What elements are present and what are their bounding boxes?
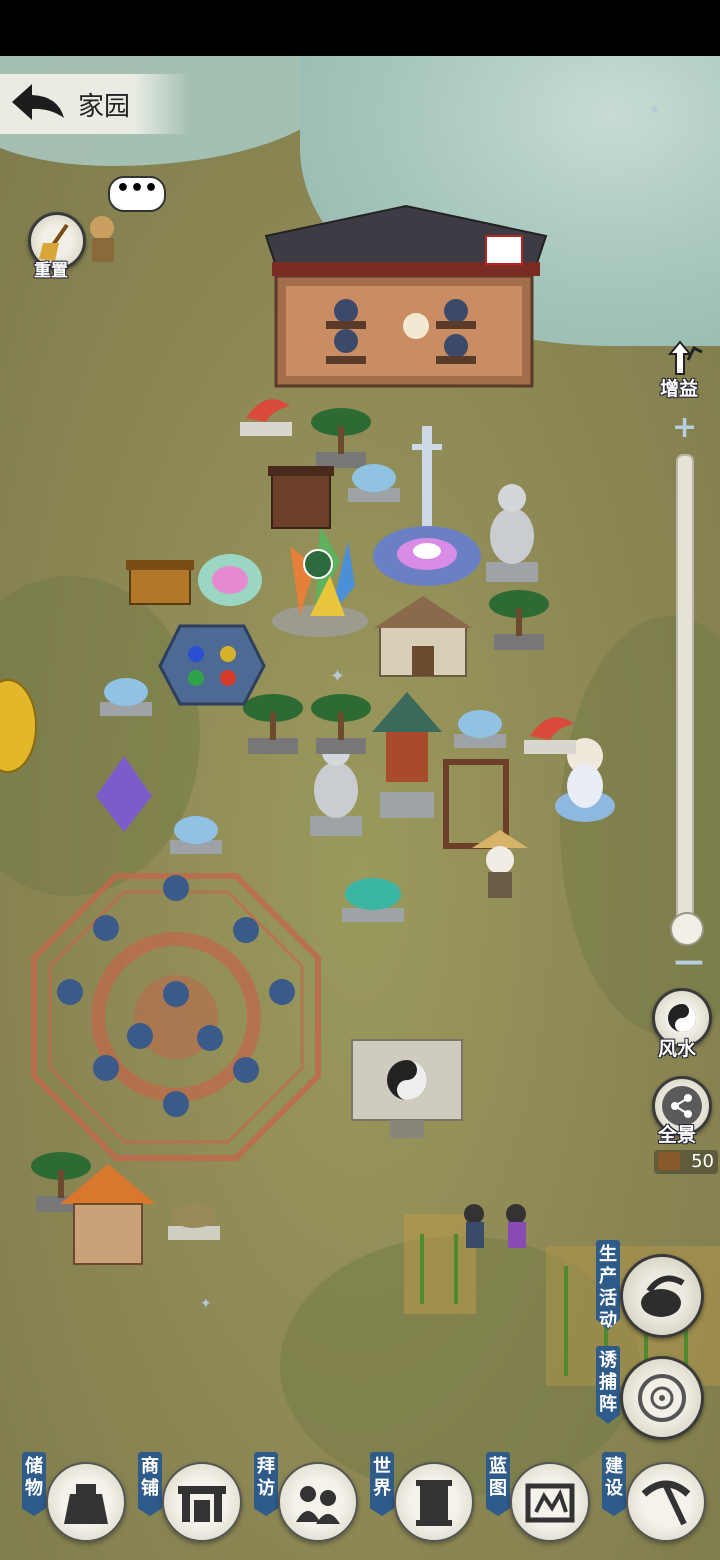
bonsai-tree[interactable] (484, 582, 554, 652)
shop-gate-icon (178, 1486, 226, 1522)
back-arrow-icon[interactable] (10, 82, 66, 122)
turtle-statue[interactable] (166, 1192, 222, 1242)
small-house[interactable] (374, 586, 472, 686)
dock-label-world[interactable]: 世界 (370, 1452, 394, 1516)
wooden-shrine[interactable] (268, 462, 334, 532)
lure-array-button[interactable] (620, 1356, 704, 1440)
storage-button[interactable] (46, 1462, 126, 1542)
boost-arrow-icon[interactable] (667, 338, 704, 378)
panorama-label: 全景 (658, 1124, 697, 1146)
sparkle-icon: ✦ (200, 1296, 212, 1312)
wood-resource: 50 (654, 1150, 718, 1174)
dock-label-storage[interactable]: 储物 (22, 1452, 46, 1516)
jade-lion[interactable] (452, 702, 508, 750)
cauldron-icon (641, 1275, 685, 1317)
production-activity-button[interactable] (620, 1254, 704, 1338)
chat-bubble[interactable]: ••• (108, 176, 166, 212)
bag-icon (64, 1484, 108, 1524)
visit-button[interactable] (278, 1462, 358, 1542)
shop-button[interactable] (162, 1462, 242, 1542)
world-button[interactable] (394, 1462, 474, 1542)
game-map[interactable]: ✦ ✦ ✦ ✦ (0, 56, 720, 1560)
flower-carpet[interactable] (196, 550, 264, 610)
dock-label-blueprint[interactable]: 蓝图 (486, 1452, 510, 1516)
disciple-group[interactable] (50, 868, 310, 1128)
sparkle-icon: ✦ (648, 100, 662, 119)
page-title: 家园 (78, 92, 131, 122)
golden-dragon[interactable] (0, 666, 50, 776)
treasure-chest[interactable] (126, 556, 194, 606)
zoom-in-icon[interactable]: + (672, 410, 697, 445)
jade-lion[interactable] (98, 670, 154, 718)
gem-altar[interactable] (158, 624, 266, 706)
scroll-icon (416, 1480, 452, 1526)
fengshui-label: 风水 (658, 1038, 697, 1060)
pagoda-lantern[interactable] (372, 692, 442, 822)
jade-lion[interactable] (168, 808, 224, 856)
stone-statue[interactable] (480, 476, 544, 586)
blueprint-button[interactable] (510, 1462, 590, 1542)
zoom-slider-knob[interactable] (670, 912, 704, 946)
phoenix-statue[interactable] (236, 388, 296, 438)
zoom-out-icon[interactable]: — (674, 944, 704, 979)
phoenix-statue[interactable] (520, 706, 580, 756)
sword-fountain[interactable] (372, 426, 482, 596)
blueprint-icon (525, 1483, 575, 1523)
sparkle-icon: ✦ (330, 666, 346, 687)
production-activity-label[interactable]: 生产活动 (596, 1240, 620, 1330)
wood-count: 50 (691, 1151, 714, 1172)
visit-icon (296, 1486, 340, 1524)
pickaxe-icon (641, 1480, 691, 1526)
wood-icon (658, 1152, 680, 1170)
zoom-slider[interactable] (676, 454, 694, 944)
bonsai-tree[interactable] (306, 686, 376, 756)
reset-label: 重置 (34, 261, 68, 281)
dock-label-visit[interactable]: 拜访 (254, 1452, 278, 1516)
build-button[interactable] (626, 1462, 706, 1542)
jade-dragon[interactable] (340, 868, 406, 926)
purple-flower[interactable] (94, 756, 154, 836)
dock-label-shop[interactable]: 商铺 (138, 1452, 162, 1516)
restaurant-building[interactable] (264, 204, 548, 406)
jade-lion[interactable] (346, 456, 402, 504)
straw-hat-cat-npc[interactable] (472, 830, 528, 900)
taiji-platform[interactable] (350, 1032, 464, 1142)
orange-pavilion[interactable] (60, 1164, 156, 1284)
dock-label-build[interactable]: 建设 (602, 1452, 626, 1516)
villager-npc[interactable] (462, 1202, 528, 1252)
array-icon (638, 1374, 686, 1422)
boost-label[interactable]: 增益 (660, 374, 698, 401)
helper-npc[interactable] (84, 214, 124, 264)
lure-array-label[interactable]: 诱捕阵 (596, 1346, 620, 1424)
